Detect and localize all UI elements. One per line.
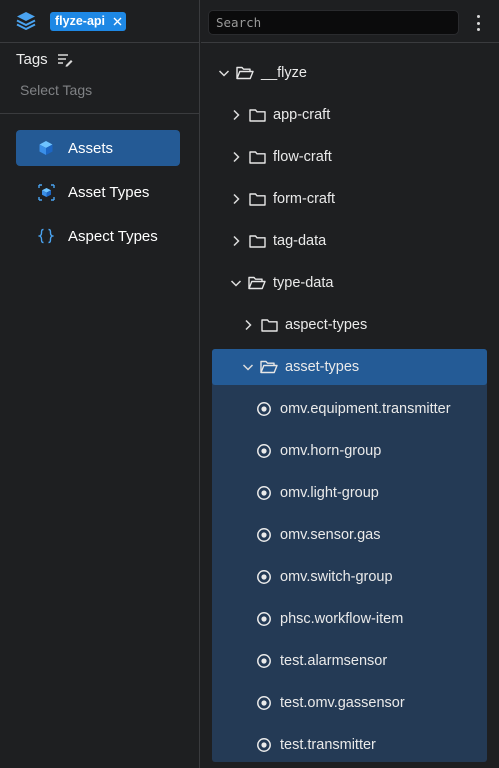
tree-node-root[interactable]: __flyze	[217, 55, 307, 91]
tree-leaf-label: omv.sensor.gas	[280, 527, 381, 543]
nav-item-asset-types[interactable]: Asset Types	[16, 174, 180, 210]
folder-open-icon	[236, 65, 254, 81]
tree-leaf-label: omv.equipment.transmitter	[280, 401, 451, 417]
tree-leaf-label: test.transmitter	[280, 737, 376, 753]
tree-leaf-label: omv.horn-group	[280, 443, 382, 459]
divider	[0, 113, 200, 114]
tree-node-label: flow-craft	[273, 149, 332, 165]
kebab-menu-icon[interactable]	[473, 14, 483, 32]
chevron-down-icon[interactable]	[217, 66, 231, 80]
tree-leaf-item[interactable]: omv.sensor.gas	[256, 517, 380, 553]
nav-label-asset-types: Asset Types	[68, 183, 150, 201]
search-input[interactable]	[208, 10, 459, 35]
edit-list-icon[interactable]	[57, 53, 73, 67]
radio-dot-icon	[256, 569, 272, 585]
project-chip[interactable]: flyze-api	[50, 11, 127, 31]
tree-panel: __flyze app-craft flow-craft form-craft tag-…	[201, 0, 499, 768]
radio-dot-icon	[256, 695, 272, 711]
chevron-down-icon[interactable]	[241, 360, 255, 374]
radio-dot-icon	[256, 401, 272, 417]
tree-node-label: form-craft	[273, 191, 336, 207]
chevron-right-icon[interactable]	[229, 234, 243, 248]
asset-type-icon	[37, 183, 55, 201]
tree-leaf-item[interactable]: omv.light-group	[256, 475, 379, 511]
tree-node-app-craft[interactable]: app-craft	[229, 97, 330, 133]
folder-icon	[248, 107, 266, 123]
chevron-right-icon[interactable]	[229, 192, 243, 206]
radio-dot-icon	[256, 527, 272, 543]
sidebar: flyze-api Tags Select Tags Assets Asset …	[0, 0, 200, 768]
tree-node-label: app-craft	[273, 107, 331, 123]
radio-dot-icon	[256, 653, 272, 669]
folder-icon	[260, 317, 278, 333]
tree-node-form-craft[interactable]: form-craft	[229, 181, 335, 217]
nav-label-aspect-types: Aspect Types	[68, 227, 158, 245]
folder-open-icon	[260, 359, 278, 375]
tree-node-aspect-types[interactable]: aspect-types	[241, 307, 367, 343]
tree-node-label: __flyze	[261, 65, 307, 81]
tree-leaf-item[interactable]: test.alarmsensor	[256, 643, 387, 679]
search-bar	[201, 0, 499, 43]
tree-node-label: asset-types	[285, 359, 360, 375]
folder-icon	[248, 233, 266, 249]
tree-leaf-item[interactable]: test.transmitter	[256, 727, 376, 763]
tree-leaf-label: omv.light-group	[280, 485, 379, 501]
tree-node-flow-craft[interactable]: flow-craft	[229, 139, 332, 175]
tree-leaf-item[interactable]: omv.equipment.transmitter	[256, 391, 451, 427]
tree-leaf-item[interactable]: omv.horn-group	[256, 433, 381, 469]
nav-item-aspect-types[interactable]: Aspect Types	[16, 218, 180, 254]
tree-leaf-label: test.omv.gassensor	[280, 695, 405, 711]
radio-dot-icon	[256, 485, 272, 501]
radio-dot-icon	[256, 737, 272, 753]
chevron-right-icon[interactable]	[229, 108, 243, 122]
nav-item-assets[interactable]: Assets	[16, 130, 180, 166]
tree-node-asset-types[interactable]: asset-types	[241, 349, 359, 385]
close-icon[interactable]	[112, 16, 122, 26]
folder-icon	[248, 149, 266, 165]
chevron-right-icon[interactable]	[229, 150, 243, 164]
braces-icon	[37, 227, 55, 245]
tree-leaf-item[interactable]: omv.switch-group	[256, 559, 393, 595]
radio-dot-icon	[256, 443, 272, 459]
chevron-down-icon[interactable]	[229, 276, 243, 290]
tree-leaf-label: test.alarmsensor	[280, 653, 388, 669]
folder-icon	[248, 191, 266, 207]
tree-node-label: aspect-types	[285, 317, 368, 333]
cube-icon	[37, 139, 55, 157]
radio-dot-icon	[256, 611, 272, 627]
stack-layers-icon[interactable]	[15, 10, 37, 32]
tree-leaf-label: omv.switch-group	[280, 569, 393, 585]
tree-node-label: type-data	[273, 275, 334, 291]
sidebar-header: flyze-api	[0, 0, 199, 43]
tree-node-type-data[interactable]: type-data	[229, 265, 333, 301]
tags-select[interactable]: Select Tags	[20, 82, 92, 98]
folder-open-icon	[248, 275, 266, 291]
tree-node-tag-data[interactable]: tag-data	[229, 223, 326, 259]
nav-label-assets: Assets	[68, 139, 114, 157]
chevron-right-icon[interactable]	[241, 318, 255, 332]
project-chip-label: flyze-api	[55, 14, 106, 28]
tree-leaf-label: phsc.workflow-item	[280, 611, 404, 627]
tags-title: Tags	[16, 51, 48, 68]
tree-leaf-item[interactable]: test.omv.gassensor	[256, 685, 405, 721]
tree-node-label: tag-data	[273, 233, 327, 249]
tree-leaf-item[interactable]: phsc.workflow-item	[256, 601, 403, 637]
